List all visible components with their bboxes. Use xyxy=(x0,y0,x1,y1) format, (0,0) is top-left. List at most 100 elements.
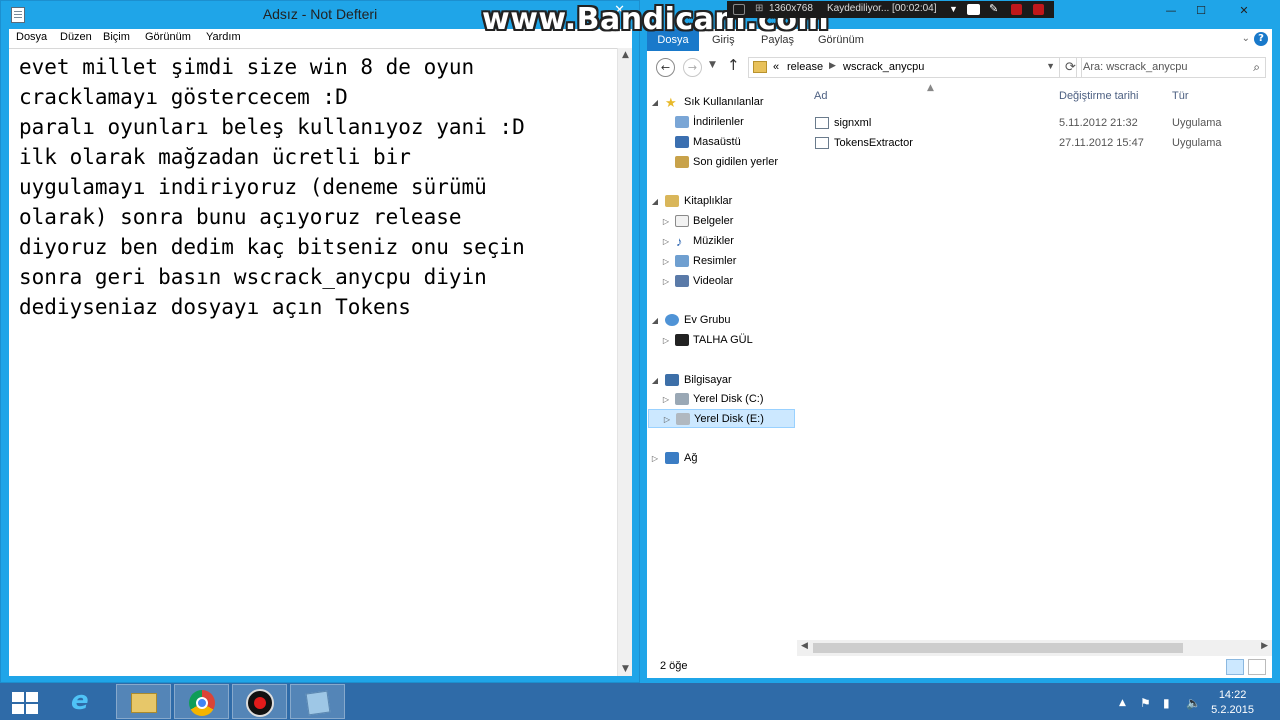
nav-desktop[interactable]: Masaüstü xyxy=(647,133,794,152)
scroll-thumb[interactable] xyxy=(813,643,1183,653)
homegroup-icon xyxy=(665,314,679,326)
up-arrow-icon[interactable]: ↑ xyxy=(727,56,740,74)
volume-muted-icon[interactable]: 🔈 xyxy=(1186,696,1201,710)
menu-format[interactable]: Biçim xyxy=(103,31,130,43)
notepad-text-area[interactable]: evet millet şimdi size win 8 de oyun cra… xyxy=(9,48,617,676)
expand-right-icon[interactable]: ▷ xyxy=(661,272,671,291)
scroll-up-icon[interactable]: ▲ xyxy=(618,50,633,60)
nav-downloads[interactable]: İndirilenler xyxy=(647,113,794,132)
camera-icon[interactable] xyxy=(967,4,980,15)
scroll-down-icon[interactable]: ▼ xyxy=(618,664,633,674)
application-icon xyxy=(815,117,829,129)
record-icon[interactable] xyxy=(1011,4,1022,15)
scroll-left-icon[interactable]: ◀ xyxy=(801,641,808,651)
star-icon: ★ xyxy=(665,95,677,110)
desktop-icon xyxy=(675,136,689,148)
nav-favorites[interactable]: ◢ ★ Sık Kullanılanlar xyxy=(647,93,794,112)
breadcrumb-release[interactable]: release xyxy=(787,61,823,73)
file-list: Ad ▲ Değiştirme tarihi Tür signxml 5.11.… xyxy=(797,83,1272,656)
column-header-name[interactable]: Ad xyxy=(814,90,827,102)
taskbar-file-explorer[interactable] xyxy=(116,684,171,719)
taskbar-internet-explorer[interactable]: e xyxy=(58,684,113,719)
menu-edit[interactable]: Düzen xyxy=(60,31,92,43)
menu-help[interactable]: Yardım xyxy=(206,31,241,43)
expand-right-icon[interactable]: ▷ xyxy=(661,232,671,251)
file-row[interactable]: TokensExtractor 27.11.2012 15:47 Uygulam… xyxy=(807,134,1267,153)
expand-down-icon[interactable]: ◢ xyxy=(650,192,660,211)
address-overflow[interactable]: « xyxy=(773,61,779,73)
nav-recent[interactable]: Son gidilen yerler xyxy=(647,153,794,172)
explorer-window[interactable]: — ☐ ✕ Dosya Giriş Paylaş Görünüm ⌄ ? ← →… xyxy=(640,0,1280,683)
back-button[interactable]: ← xyxy=(656,58,675,77)
expand-down-icon[interactable]: ◢ xyxy=(650,311,660,330)
system-clock[interactable]: 14:22 5.2.2015 xyxy=(1211,688,1254,718)
drive-icon xyxy=(676,413,690,425)
recent-locations-icon[interactable]: ▼ xyxy=(709,60,716,70)
minimize-icon[interactable]: — xyxy=(1156,2,1186,20)
documents-icon xyxy=(675,215,689,227)
pause-icon[interactable]: ▼ xyxy=(949,4,960,15)
maximize-icon[interactable]: ☐ xyxy=(1186,2,1216,20)
forward-button[interactable]: → xyxy=(683,58,702,77)
help-icon[interactable]: ? xyxy=(1254,32,1268,46)
bandicam-target-icon[interactable] xyxy=(733,4,745,15)
address-row: ← → ▼ ↑ « release ▶ wscrack_anycpu ▼ ⟳ A… xyxy=(647,51,1272,83)
expand-right-icon[interactable]: ▷ xyxy=(661,390,671,409)
expand-right-icon[interactable]: ▷ xyxy=(661,331,671,350)
nav-network[interactable]: ▷ Ağ xyxy=(647,449,794,468)
file-row[interactable]: signxml 5.11.2012 21:32 Uygulama xyxy=(807,114,1267,133)
details-view-icon[interactable] xyxy=(1226,659,1244,675)
file-date: 27.11.2012 15:47 xyxy=(1059,137,1144,149)
nav-music-label: Müzikler xyxy=(693,235,734,247)
chevron-down-icon[interactable]: ▼ xyxy=(1046,61,1055,71)
nav-homegroup[interactable]: ◢ Ev Grubu xyxy=(647,311,794,330)
horizontal-scrollbar[interactable]: ◀ ▶ xyxy=(797,640,1272,656)
menu-view[interactable]: Görünüm xyxy=(145,31,191,43)
expand-right-icon[interactable]: ▷ xyxy=(661,212,671,231)
taskbar-notepad[interactable] xyxy=(290,684,345,719)
address-bar[interactable]: « release ▶ wscrack_anycpu ▼ xyxy=(748,57,1060,78)
nav-pictures[interactable]: ▷ Resimler xyxy=(647,252,794,271)
notepad-vertical-scrollbar[interactable]: ▲ ▼ xyxy=(617,48,632,676)
nav-user-label: TALHA GÜL xyxy=(693,334,753,346)
column-header-type[interactable]: Tür xyxy=(1172,90,1189,102)
show-hidden-icons-icon[interactable]: ▲ xyxy=(1119,698,1126,708)
expand-right-icon[interactable]: ▷ xyxy=(662,410,672,429)
chevron-right-icon[interactable]: ▶ xyxy=(829,60,836,71)
menu-file[interactable]: Dosya xyxy=(16,31,47,43)
action-center-flag-icon[interactable]: ⚑ xyxy=(1140,696,1151,710)
nav-libraries[interactable]: ◢ Kitaplıklar xyxy=(647,192,794,211)
nav-user[interactable]: ▷ TALHA GÜL xyxy=(647,331,794,350)
chevron-down-icon[interactable]: ⌄ xyxy=(1242,33,1250,44)
desktop: Adsız - Not Defteri ✕ Dosya Düzen Biçim … xyxy=(0,0,1280,720)
nav-disk-c[interactable]: ▷ Yerel Disk (C:) xyxy=(647,390,794,409)
expand-down-icon[interactable]: ◢ xyxy=(650,93,660,112)
expand-down-icon[interactable]: ◢ xyxy=(650,371,660,390)
nav-documents[interactable]: ▷ Belgeler xyxy=(647,212,794,231)
notepad-window[interactable]: Adsız - Not Defteri ✕ Dosya Düzen Biçim … xyxy=(0,0,640,683)
search-input[interactable]: Ara: wscrack_anycpu ⌕ xyxy=(1076,57,1266,78)
column-header-date[interactable]: Değiştirme tarihi xyxy=(1059,90,1138,102)
pencil-icon[interactable]: ✎ xyxy=(989,2,1000,15)
scroll-right-icon[interactable]: ▶ xyxy=(1261,641,1268,651)
expand-right-icon[interactable]: ▷ xyxy=(650,449,660,468)
nav-computer[interactable]: ◢ Bilgisayar xyxy=(647,371,794,390)
expand-right-icon[interactable]: ▷ xyxy=(661,252,671,271)
large-icons-view-icon[interactable] xyxy=(1248,659,1266,675)
music-icon: ♪ xyxy=(676,234,683,249)
close-icon[interactable]: ✕ xyxy=(1222,2,1266,20)
chrome-center-icon xyxy=(196,697,208,709)
taskbar-chrome[interactable] xyxy=(174,684,229,719)
nav-desktop-label: Masaüstü xyxy=(693,136,741,148)
taskbar-bandicam[interactable] xyxy=(232,684,287,719)
nav-disk-e[interactable]: ▷ Yerel Disk (E:) xyxy=(648,409,795,428)
nav-videos[interactable]: ▷ Videolar xyxy=(647,272,794,291)
drive-icon xyxy=(675,393,689,405)
stop-icon[interactable] xyxy=(1033,4,1044,15)
network-status-icon[interactable]: ▮ xyxy=(1163,696,1170,710)
search-icon[interactable]: ⌕ xyxy=(1253,60,1260,75)
breadcrumb-wscrack[interactable]: wscrack_anycpu xyxy=(843,61,924,73)
windows-logo-icon[interactable] xyxy=(12,692,38,714)
nav-music[interactable]: ▷ ♪ Müzikler xyxy=(647,232,794,251)
notepad-text[interactable]: evet millet şimdi size win 8 de oyun cra… xyxy=(19,52,607,322)
